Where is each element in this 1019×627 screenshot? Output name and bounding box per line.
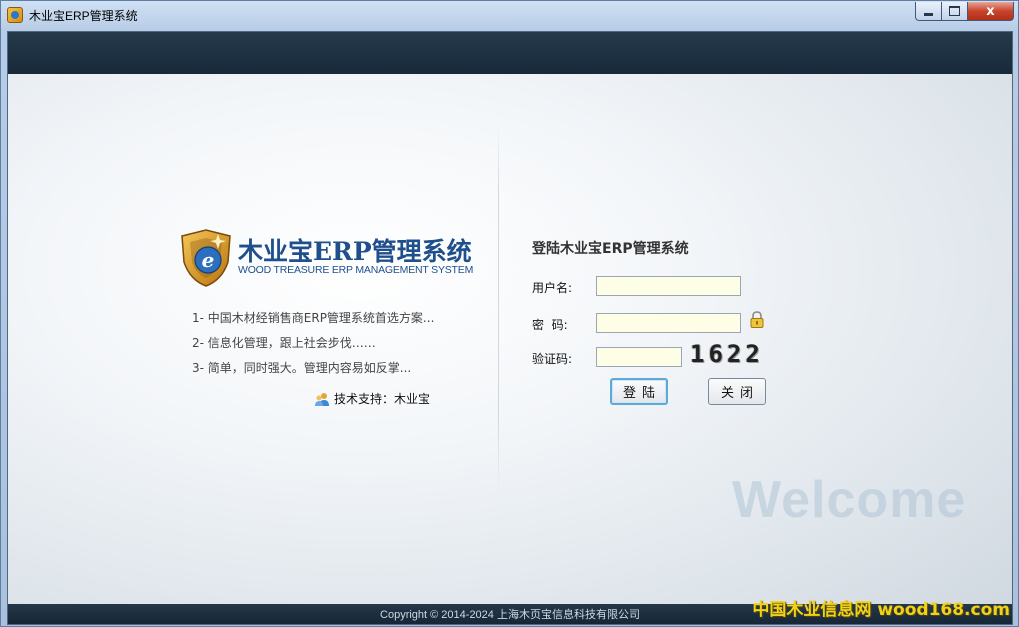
brand-title: 木业宝ERP管理系统 [238,237,472,266]
window-controls: x [915,2,1014,21]
login-title: 登陆木业宝ERP管理系统 [532,241,689,257]
captcha-input[interactable] [596,347,682,367]
password-input[interactable] [596,313,741,333]
copyright-text: Copyright © 2014-2024 上海木页宝信息科技有限公司 [380,609,640,621]
minimize-button[interactable] [915,2,942,21]
logo-letter: e [202,248,215,272]
lock-icon [750,311,764,328]
window-title: 木业宝ERP管理系统 [29,9,138,23]
password-label: 密 码: [532,318,568,332]
close-button[interactable]: 关闭 [708,378,766,405]
maximize-button[interactable] [942,2,968,21]
captcha-image[interactable]: 1622 [682,340,784,368]
header-band [8,32,1012,74]
login-panel: e 木业宝ERP管理系统 WOOD TREASURE ERP MANAGEMEN… [7,31,1013,625]
feature-item-2: 2- 信息化管理，跟上社会步伐…… [192,336,376,350]
site-watermark: 中国木业信息网 wood168.com [752,600,1010,620]
welcome-watermark: Welcome [732,471,967,529]
login-button[interactable]: 登陆 [610,378,668,405]
panel-divider [498,122,499,492]
shield-logo-icon: e [181,229,231,287]
brand-subtitle: WOOD TREASURE ERP MANAGEMENT SYSTEM [238,264,474,276]
app-window: 木业宝ERP管理系统 x e 木业宝ERP管理系统 WOOD TREASURE … [0,0,1019,627]
captcha-label: 验证码: [532,352,573,366]
tech-support: 技术支持：木业宝 [314,390,430,407]
feature-item-3: 3- 简单，同时强大。管理内容易如反掌... [192,361,412,375]
close-window-button[interactable]: x [968,2,1014,21]
feature-item-1: 1- 中国木材经销售商ERP管理系统首选方案... [192,311,435,325]
app-icon [7,7,23,23]
feature-list: 1- 中国木材经销售商ERP管理系统首选方案... 2- 信息化管理，跟上社会步… [192,309,434,384]
username-input[interactable] [596,276,741,296]
title-bar[interactable]: 木业宝ERP管理系统 x [1,1,1018,29]
users-icon [315,392,329,406]
support-text: 技术支持：木业宝 [334,392,431,406]
username-label: 用户名: [532,281,573,295]
